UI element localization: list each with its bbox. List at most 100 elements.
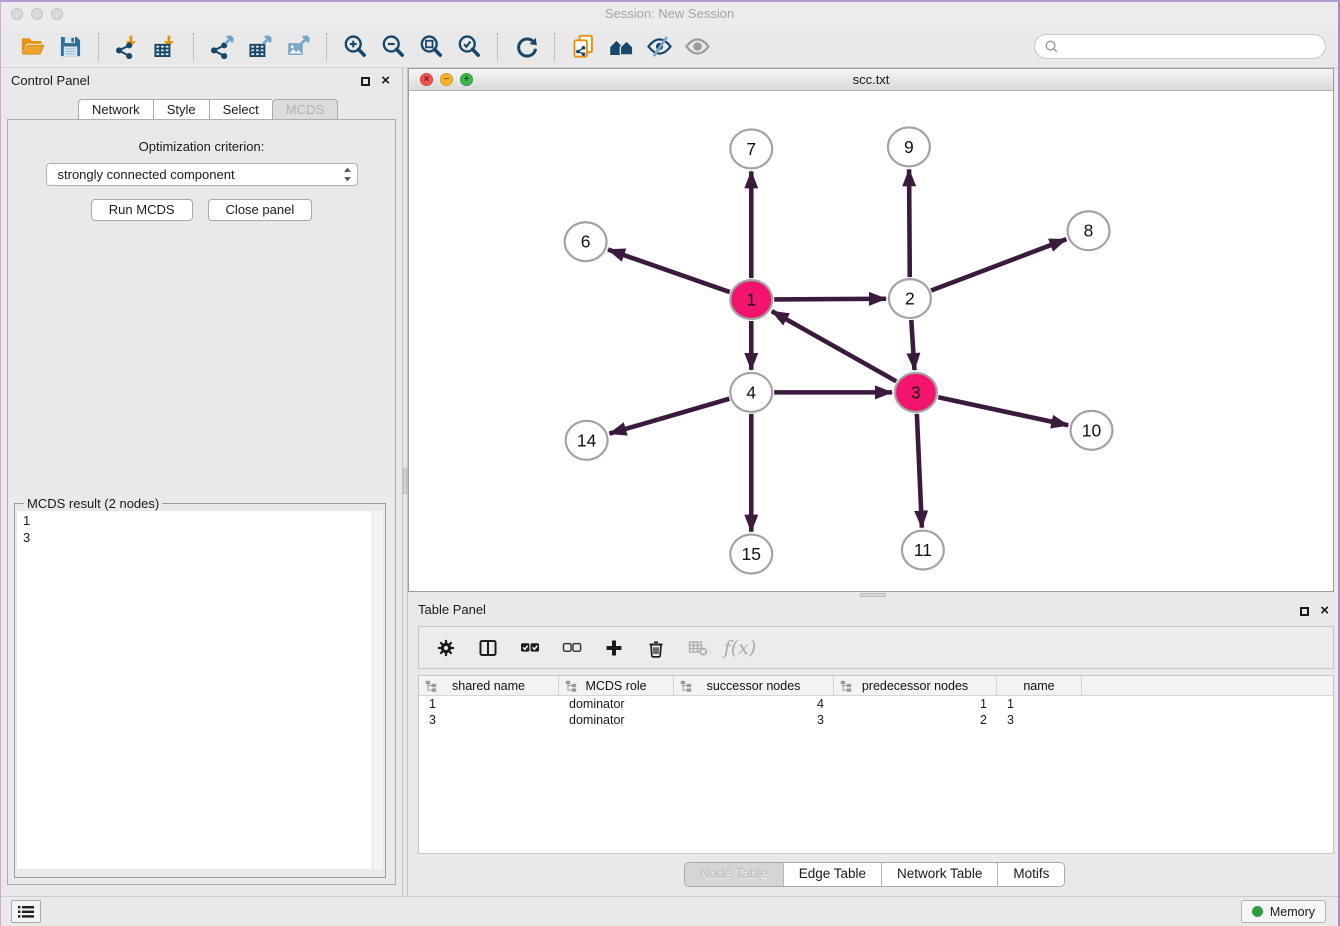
tab-select[interactable]: Select: [209, 99, 272, 120]
splitter-grip[interactable]: [403, 468, 407, 494]
float-panel-icon[interactable]: [1300, 607, 1309, 616]
tab-edge-table[interactable]: Edge Table: [784, 863, 882, 886]
zoom-out-icon[interactable]: [374, 30, 412, 64]
close-panel-icon[interactable]: ×: [381, 76, 390, 86]
edge-3-1[interactable]: [772, 311, 896, 381]
cell-shared-name[interactable]: 1: [419, 697, 559, 711]
apply-function-icon[interactable]: f(x): [729, 637, 751, 659]
edge-2-3[interactable]: [911, 320, 914, 370]
edge-1-6[interactable]: [608, 250, 730, 293]
tab-style[interactable]: Style: [153, 99, 209, 120]
open-file-icon[interactable]: [13, 30, 51, 64]
network-close-button[interactable]: ×: [420, 73, 433, 86]
hide-unselected-icon[interactable]: [640, 30, 678, 64]
node-7[interactable]: 7: [730, 129, 772, 168]
refresh-view-icon[interactable]: [507, 30, 545, 64]
cell-name[interactable]: 3: [997, 713, 1082, 727]
tab-network[interactable]: Network: [78, 99, 153, 120]
node-11[interactable]: 11: [902, 531, 944, 570]
scrollbar-track[interactable]: [372, 511, 383, 869]
edge-3-10[interactable]: [938, 397, 1068, 425]
control-panel: Control Panel × NetworkStyleSelectMCDS O…: [1, 68, 402, 896]
control-panel-header: Control Panel ×: [1, 68, 402, 94]
clone-network-icon[interactable]: [564, 30, 602, 64]
cell-mcds-role[interactable]: dominator: [559, 713, 674, 727]
close-panel-button[interactable]: Close panel: [208, 199, 313, 221]
mcds-result-item: 3: [23, 529, 377, 546]
column-header-shared-name[interactable]: shared name: [419, 676, 559, 695]
svg-text:6: 6: [581, 232, 591, 252]
delete-column-icon[interactable]: [645, 637, 667, 659]
node-1[interactable]: 1: [730, 280, 772, 319]
memory-button[interactable]: Memory: [1241, 900, 1326, 923]
zoom-window-button[interactable]: [51, 8, 63, 20]
tab-motifs[interactable]: Motifs: [998, 863, 1064, 886]
node-14[interactable]: 14: [566, 421, 608, 460]
minimize-window-button[interactable]: [31, 8, 43, 20]
cell-name[interactable]: 1: [997, 697, 1082, 711]
table-header-row: shared nameMCDS rolesuccessor nodesprede…: [419, 676, 1333, 696]
splitter-grip[interactable]: [860, 593, 886, 597]
export-network-icon[interactable]: [203, 30, 241, 64]
deselect-all-checkboxes-icon[interactable]: [561, 637, 583, 659]
export-image-icon[interactable]: [279, 30, 317, 64]
node-10[interactable]: 10: [1071, 411, 1113, 450]
show-details-icon[interactable]: [678, 30, 716, 64]
cell-predecessor-nodes[interactable]: 2: [834, 713, 997, 727]
node-9[interactable]: 9: [888, 127, 930, 166]
run-mcds-button[interactable]: Run MCDS: [91, 199, 193, 221]
home-view-icon[interactable]: [602, 30, 640, 64]
edge-1-2[interactable]: [774, 299, 886, 300]
zoom-fit-icon[interactable]: [412, 30, 450, 64]
svg-text:3: 3: [911, 382, 921, 402]
column-header-mcds-role[interactable]: MCDS role: [559, 676, 674, 695]
select-all-checkboxes-icon[interactable]: [519, 637, 541, 659]
edge-3-11[interactable]: [917, 414, 922, 528]
network-zoom-button[interactable]: +: [460, 73, 473, 86]
column-header-name[interactable]: name: [997, 676, 1082, 695]
tab-node-table[interactable]: Node Table: [685, 863, 784, 886]
edge-4-14[interactable]: [609, 399, 729, 434]
tab-network-table[interactable]: Network Table: [882, 863, 998, 886]
cell-mcds-role[interactable]: dominator: [559, 697, 674, 711]
delete-table-icon[interactable]: [687, 637, 709, 659]
node-3[interactable]: 3: [895, 373, 937, 412]
node-4[interactable]: 4: [730, 373, 772, 412]
cell-predecessor-nodes[interactable]: 1: [834, 697, 997, 711]
close-window-button[interactable]: [11, 8, 23, 20]
svg-text:9: 9: [904, 137, 914, 157]
zoom-selected-icon[interactable]: [450, 30, 488, 64]
node-8[interactable]: 8: [1068, 211, 1110, 250]
node-6[interactable]: 6: [565, 222, 607, 261]
save-session-icon[interactable]: [51, 30, 89, 64]
cell-successor-nodes[interactable]: 3: [674, 713, 834, 727]
network-minimize-button[interactable]: −: [440, 73, 453, 86]
split-columns-icon[interactable]: [477, 637, 499, 659]
table-row[interactable]: 1dominator411: [419, 696, 1333, 712]
task-history-button[interactable]: [11, 900, 41, 923]
table-row[interactable]: 3dominator323: [419, 712, 1333, 728]
svg-text:15: 15: [742, 544, 761, 564]
toolbar-separator: [497, 33, 498, 61]
import-table-icon[interactable]: [146, 30, 184, 64]
edge-2-9[interactable]: [909, 169, 910, 277]
add-column-icon[interactable]: [603, 637, 625, 659]
search-input[interactable]: [1064, 38, 1316, 55]
settings-icon[interactable]: [435, 637, 457, 659]
close-panel-icon[interactable]: ×: [1320, 606, 1329, 616]
cell-shared-name[interactable]: 3: [419, 713, 559, 727]
optimization-select[interactable]: strongly connected component: [46, 163, 358, 186]
float-panel-icon[interactable]: [361, 77, 370, 86]
node-2[interactable]: 2: [889, 279, 931, 318]
node-15[interactable]: 15: [730, 535, 772, 574]
import-network-icon[interactable]: [108, 30, 146, 64]
zoom-in-icon[interactable]: [336, 30, 374, 64]
tab-mcds[interactable]: MCDS: [272, 99, 338, 120]
network-canvas[interactable]: 7 9 6 8 1 2 4 3 14 10 15 11: [409, 91, 1333, 591]
export-table-icon[interactable]: [241, 30, 279, 64]
svg-text:7: 7: [746, 139, 756, 159]
column-header-successor-nodes[interactable]: successor nodes: [674, 676, 834, 695]
edge-2-8[interactable]: [931, 239, 1066, 290]
cell-successor-nodes[interactable]: 4: [674, 697, 834, 711]
column-header-predecessor-nodes[interactable]: predecessor nodes: [834, 676, 997, 695]
